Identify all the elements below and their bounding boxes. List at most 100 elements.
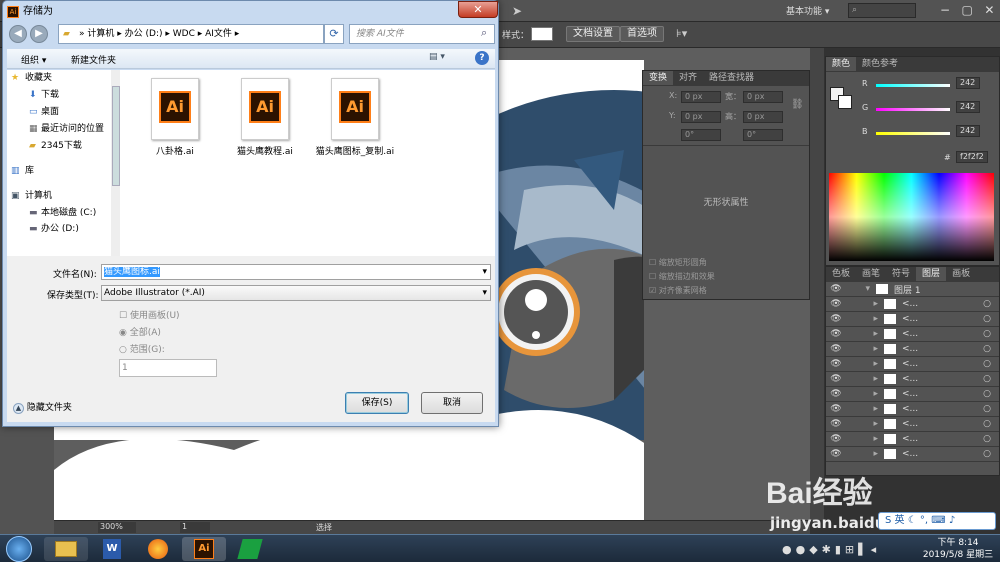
checkbox-scale-corners[interactable]: ☐ 缩放矩形圆角 <box>649 257 707 268</box>
hex-value[interactable]: f2f2f2 <box>956 151 988 163</box>
layer-row[interactable]: 👁 ▸ <... ○ <box>826 312 999 327</box>
expand-icon[interactable]: ▸ <box>846 329 878 339</box>
organize-button[interactable]: 组织 ▾ <box>21 53 46 66</box>
explorer-taskbar-icon[interactable] <box>44 537 88 561</box>
help-icon[interactable]: ? <box>475 51 489 65</box>
scroll-thumb[interactable] <box>112 86 120 186</box>
eye-icon[interactable]: 👁 <box>826 344 846 354</box>
h-field[interactable]: 0 px <box>743 111 783 123</box>
tab-color[interactable]: 颜色 <box>826 57 857 71</box>
chevron-down-icon[interactable]: ▾ <box>482 265 487 279</box>
refresh-icon[interactable]: ⟳ <box>324 24 344 44</box>
target-icon[interactable]: ○ <box>983 374 991 384</box>
word-taskbar-icon[interactable]: W <box>90 537 134 561</box>
punct-icon[interactable]: °, <box>920 515 928 526</box>
x-field[interactable]: 0 px <box>681 91 721 103</box>
search-field[interactable]: ⌕ <box>848 3 916 18</box>
eye-icon[interactable]: 👁 <box>826 314 846 324</box>
nav-desktop[interactable]: ▭ 桌面 <box>7 104 118 121</box>
w-field[interactable]: 0 px <box>743 91 783 103</box>
target-icon[interactable]: ○ <box>983 404 991 414</box>
layer-row[interactable]: 👁 ▸ <... ○ <box>826 402 999 417</box>
new-folder-button[interactable]: 新建文件夹 <box>71 53 116 66</box>
chevron-down-icon[interactable]: ▾ <box>482 286 487 300</box>
b-slider[interactable] <box>876 132 950 135</box>
style-swatch[interactable] <box>531 27 553 41</box>
target-icon[interactable]: ○ <box>983 299 991 309</box>
view-icon[interactable]: ▤ ▾ <box>429 52 445 62</box>
page-field[interactable]: 1 <box>180 522 210 533</box>
minimize-icon[interactable]: − <box>940 3 950 17</box>
layer-row[interactable]: 👁 ▸ <... ○ <box>826 372 999 387</box>
eye-icon[interactable]: 👁 <box>826 359 846 369</box>
expand-icon[interactable]: ▸ <box>846 374 878 384</box>
ime-mode[interactable]: 英 <box>895 515 905 526</box>
angle-field[interactable]: 0° <box>681 129 721 141</box>
zoom-field[interactable]: 300% <box>98 522 136 533</box>
expand-icon[interactable]: ▸ <box>846 419 878 429</box>
tab-symbols[interactable]: 符号 <box>886 267 916 281</box>
illustrator-taskbar-icon[interactable]: Ai <box>182 537 226 561</box>
crumb-drive[interactable]: 办公 (D:) <box>125 29 163 39</box>
tab-swatches[interactable]: 色板 <box>826 267 856 281</box>
layer-row-top[interactable]: 👁 ▾ 图层 1 <box>826 282 999 297</box>
filename-field[interactable]: 猫头鹰图标.ai ▾ <box>101 264 491 280</box>
layer-row[interactable]: 👁 ▸ <... ○ <box>826 387 999 402</box>
moon-icon[interactable]: ☾ <box>908 515 917 526</box>
close-icon[interactable]: ✕ <box>984 3 994 17</box>
r-value[interactable]: 242 <box>956 77 980 89</box>
nav-libraries[interactable]: ▥ 库 <box>7 163 118 180</box>
g-value[interactable]: 242 <box>956 101 980 113</box>
file-item[interactable]: Ai 八卦格.ai <box>132 78 218 157</box>
target-icon[interactable]: ○ <box>983 344 991 354</box>
layer-row[interactable]: 👁 ▸ <... ○ <box>826 297 999 312</box>
tab-align[interactable]: 对齐 <box>673 71 703 85</box>
file-item[interactable]: Ai 猫头鹰教程.ai <box>222 78 308 157</box>
tab-brushes[interactable]: 画笔 <box>856 267 886 281</box>
target-icon[interactable]: ○ <box>983 419 991 429</box>
workspace-switcher[interactable]: 基本功能 ▾ <box>786 4 829 17</box>
back-icon[interactable]: ◀ <box>9 25 27 43</box>
layer-row[interactable]: 👁 ▸ <... ○ <box>826 357 999 372</box>
filetype-select[interactable]: Adobe Illustrator (*.AI) ▾ <box>101 285 491 301</box>
layer-row[interactable]: 👁 ▸ <... ○ <box>826 432 999 447</box>
crumb-wdc[interactable]: WDC <box>173 29 195 39</box>
r-slider[interactable] <box>876 84 950 87</box>
target-icon[interactable]: ○ <box>983 359 991 369</box>
doc-settings-button[interactable]: 文档设置 <box>566 26 620 42</box>
layer-row[interactable]: 👁 ▸ <... ○ <box>826 417 999 432</box>
clock[interactable]: 下午 8:14 2019/5/8 星期三 <box>918 537 998 561</box>
layer-row[interactable]: 👁 ▸ <... ○ <box>826 342 999 357</box>
search-input[interactable]: 搜索 AI文件 <box>349 24 495 44</box>
target-icon[interactable]: ○ <box>983 434 991 444</box>
green-app-taskbar-icon[interactable] <box>228 537 272 561</box>
arrow-icon[interactable]: ➤ <box>512 4 526 18</box>
layer-row[interactable]: 👁 ▸ <... ○ <box>826 447 999 462</box>
stroke-swatch[interactable] <box>838 95 852 109</box>
preferences-button[interactable]: 首选项 <box>620 26 664 42</box>
expand-icon[interactable]: ▾ <box>846 284 870 294</box>
target-icon[interactable]: ○ <box>983 329 991 339</box>
tab-pathfinder[interactable]: 路径查找器 <box>703 71 760 85</box>
eye-icon[interactable]: 👁 <box>826 284 846 294</box>
address-bar[interactable]: ▰ » 计算机 ▸ 办公 (D:) ▸ WDC ▸ AI文件 ▸ <box>58 24 324 44</box>
mic-icon[interactable]: ♪ <box>949 515 955 526</box>
expand-icon[interactable]: ▸ <box>846 389 878 399</box>
shear-field[interactable]: 0° <box>743 129 783 141</box>
checkbox-scale-strokes[interactable]: ☐ 缩放描边和效果 <box>649 271 715 282</box>
ime-bar[interactable]: S 英 ☾ °, ⌨ ♪ <box>878 512 996 530</box>
nav-2345[interactable]: ▰ 2345下载 <box>7 138 118 155</box>
nav-recent[interactable]: ▦ 最近访问的位置 <box>7 121 118 138</box>
start-button[interactable] <box>6 536 32 562</box>
expand-icon[interactable]: ▸ <box>846 344 878 354</box>
crumb-ai[interactable]: AI文件 <box>205 29 232 39</box>
keyboard-icon[interactable]: ⌨ <box>931 515 945 526</box>
tab-color-guide[interactable]: 颜色参考 <box>856 57 904 71</box>
close-button[interactable]: ✕ <box>458 1 498 18</box>
b-value[interactable]: 242 <box>956 125 980 137</box>
eye-icon[interactable]: 👁 <box>826 434 846 444</box>
nav-downloads[interactable]: ⬇ 下载 <box>7 87 118 104</box>
eye-icon[interactable]: 👁 <box>826 404 846 414</box>
hide-folders-toggle[interactable]: ▲ 隐藏文件夹 <box>13 400 72 414</box>
firefox-taskbar-icon[interactable] <box>136 537 180 561</box>
